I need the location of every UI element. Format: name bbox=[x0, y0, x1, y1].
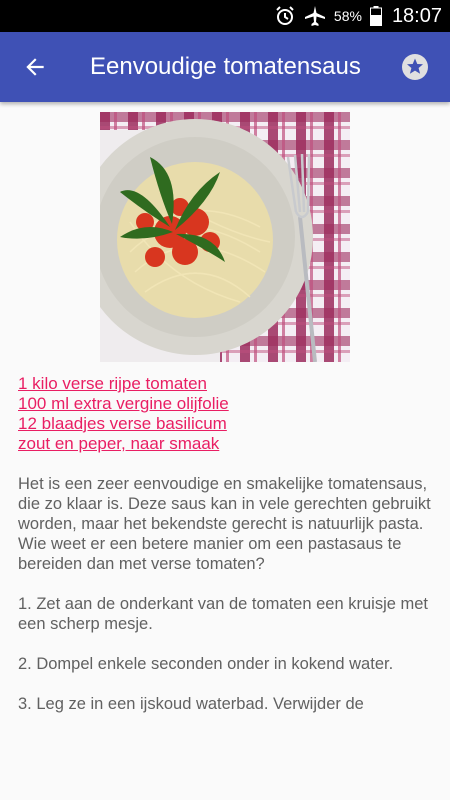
ingredient-list: 1 kilo verse rijpe tomaten 100 ml extra … bbox=[18, 374, 438, 454]
status-bar: 58% 18:07 bbox=[0, 0, 450, 32]
app-bar: Eenvoudige tomatensaus bbox=[0, 32, 450, 102]
ingredient-link[interactable]: 100 ml extra vergine olijfolie bbox=[18, 394, 438, 414]
intro-paragraph: Het is een zeer eenvoudige en smakelijke… bbox=[18, 475, 431, 573]
recipe-image bbox=[100, 112, 350, 362]
favorite-button[interactable] bbox=[380, 32, 450, 102]
ingredient-link[interactable]: 1 kilo verse rijpe tomaten bbox=[18, 374, 438, 394]
ingredient-link[interactable]: zout en peper, naar smaak bbox=[18, 434, 438, 454]
step-2: 2. Dompel enkele seconden onder in koken… bbox=[18, 655, 394, 673]
back-button[interactable] bbox=[0, 32, 70, 102]
arrow-back-icon bbox=[26, 58, 44, 76]
star-icon bbox=[402, 54, 428, 80]
step-1: 1. Zet aan de onderkant van de tomaten e… bbox=[18, 595, 429, 633]
ingredient-link[interactable]: 12 blaadjes verse basilicum bbox=[18, 414, 438, 434]
airplane-mode-icon bbox=[304, 5, 326, 27]
alarm-icon bbox=[274, 5, 296, 27]
battery-percent: 58% bbox=[333, 8, 362, 24]
battery-icon bbox=[369, 6, 382, 26]
step-3: 3. Leg ze in een ijskoud waterbad. Verwi… bbox=[18, 695, 364, 713]
clock: 18:07 bbox=[391, 4, 442, 27]
recipe-description: Het is een zeer eenvoudige en smakelijke… bbox=[18, 474, 433, 734]
recipe-content[interactable]: 1 kilo verse rijpe tomaten 100 ml extra … bbox=[0, 102, 450, 800]
page-title: Eenvoudige tomatensaus bbox=[90, 53, 361, 80]
